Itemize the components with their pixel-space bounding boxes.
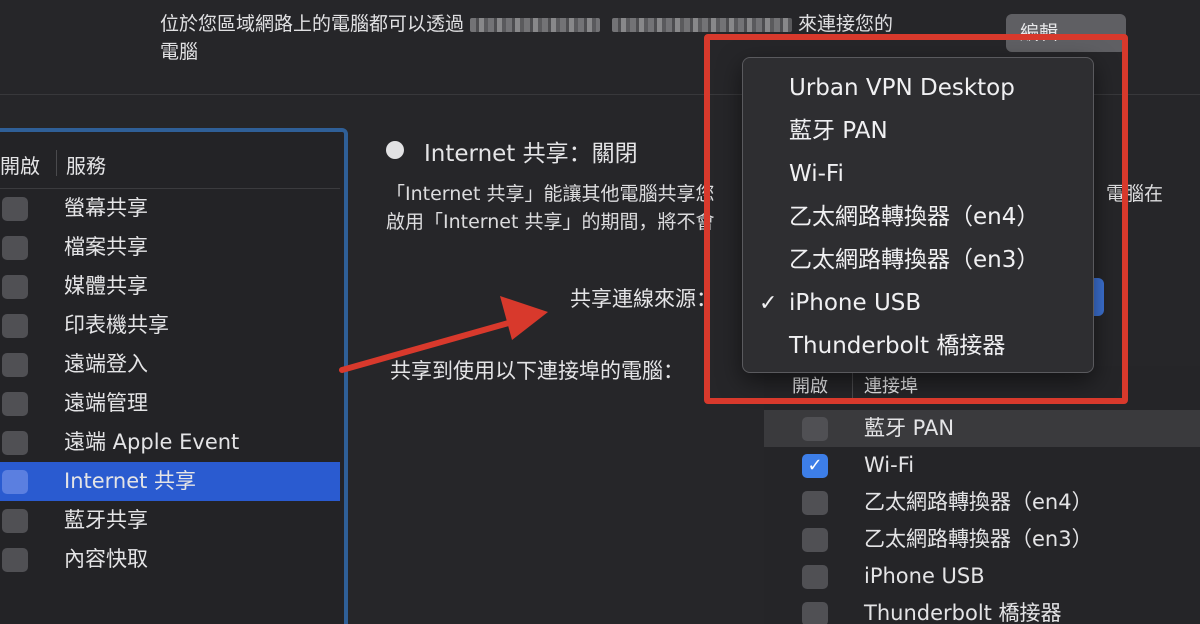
- annotation-arrow-icon: [339, 296, 548, 373]
